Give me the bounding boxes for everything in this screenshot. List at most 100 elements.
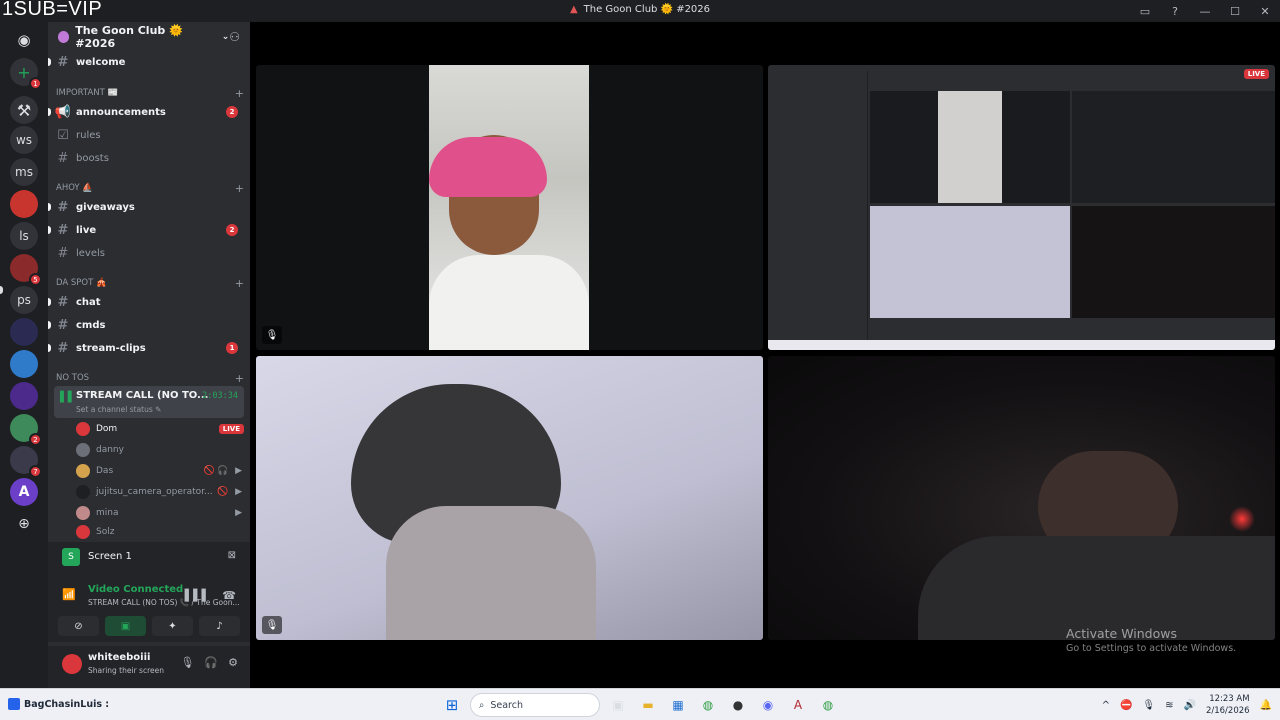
channel-announcements[interactable]: 📢 announcements 2 <box>48 102 244 122</box>
disconnect-icon[interactable]: ☎ <box>222 589 236 602</box>
channel-cmds[interactable]: # cmds <box>48 315 244 335</box>
headphones-icon[interactable]: 🎧 <box>204 656 218 669</box>
activities-button[interactable]: ✦ <box>152 616 193 636</box>
channel-chat[interactable]: # chat <box>48 292 244 312</box>
live-badge: LIVE <box>218 424 244 434</box>
server-a-icon[interactable]: A <box>10 478 38 506</box>
discover-icon[interactable]: ⊕ <box>10 510 38 538</box>
server-tool-icon[interactable]: ⚒ <box>10 96 38 124</box>
camera-off-button[interactable]: ⊘ <box>58 616 99 636</box>
acrobat-icon[interactable]: A <box>786 693 810 717</box>
category-ahoy[interactable]: AHOY ⛵ + <box>56 181 244 195</box>
network-icon[interactable]: ⛔ <box>1120 700 1132 711</box>
server-ms[interactable]: ms <box>10 158 38 186</box>
channel-live[interactable]: # live 2 <box>48 220 244 240</box>
screen-share-button[interactable]: ▣ <box>105 616 146 636</box>
server-green-icon[interactable]: 2 <box>10 414 42 446</box>
volume-icon[interactable]: 🔊 <box>1184 700 1196 711</box>
add-member-icon[interactable]: ⚇ <box>229 30 240 44</box>
channel-rules[interactable]: ☑ rules <box>54 125 244 145</box>
voice-connection-panel: 📶 Video Connected STREAM CALL (NO TOS) 📞… <box>48 572 250 642</box>
channel-boosts[interactable]: # boosts <box>54 148 244 168</box>
category-notos[interactable]: NO TOS + <box>56 371 244 385</box>
voice-user-name: Solz <box>96 527 115 537</box>
connection-icon[interactable]: 📶 <box>62 588 76 601</box>
voice-user[interactable]: Solz <box>76 524 244 540</box>
file-explorer-icon[interactable]: ▬ <box>636 693 660 717</box>
discord-taskbar-icon[interactable]: ◉ <box>756 693 780 717</box>
channel-stream-clips[interactable]: # stream-clips 1 <box>48 338 244 358</box>
plus-icon[interactable]: + <box>235 277 244 290</box>
chrome-icon-2[interactable]: ◍ <box>816 693 840 717</box>
minimize-button[interactable]: — <box>1190 0 1220 22</box>
notification-icon[interactable]: 🔔 <box>1260 700 1272 711</box>
plus-icon[interactable]: + <box>235 87 244 100</box>
video-tile-dom[interactable]: 🎙 <box>256 65 763 350</box>
voice-user[interactable]: Das 🚫🎧 ▶ <box>76 461 244 481</box>
voice-channel-status[interactable]: Set a channel status ✎ <box>76 405 161 414</box>
server-red-icon[interactable] <box>10 190 38 218</box>
voice-channel-stream-call[interactable]: ▌▌ STREAM CALL (NO TO... 2:03:34 Set a c… <box>54 386 244 418</box>
guild-header[interactable]: The Goon Club 🌞 #2026 ⌄ ⚇ <box>48 22 250 52</box>
server-ls[interactable]: ls <box>10 222 38 250</box>
plus-icon[interactable]: + <box>235 372 244 385</box>
shared-tile-sleep <box>1072 206 1275 318</box>
category-label: AHOY ⛵ <box>56 183 93 193</box>
noise-suppression-icon[interactable]: ▌▌▌ <box>185 589 210 602</box>
server-goon-icon[interactable]: 7 <box>10 446 42 478</box>
video-tile-danny[interactable]: 🎙 <box>256 356 763 640</box>
stop-screen-icon[interactable]: ⊠ <box>228 550 236 561</box>
hash-icon: # <box>57 199 69 215</box>
taskbar-search[interactable]: ⌕ Search <box>470 693 600 717</box>
voice-user[interactable]: mina ▶ <box>76 503 244 523</box>
voice-user[interactable]: Dom LIVE <box>76 419 244 439</box>
video-tile-sleep[interactable] <box>768 356 1275 640</box>
chevron-up-icon[interactable]: ^ <box>1102 700 1110 711</box>
category-important[interactable]: IMPORTANT 📰 + <box>56 86 244 100</box>
notification-badge: 7 <box>29 465 42 478</box>
title-bar: ▲ The Goon Club 🌞 #2026 ▭ ? — ☐ ✕ <box>0 0 1280 22</box>
clock-time: 12:23 AM <box>1209 694 1250 704</box>
user-name[interactable]: whiteeboiii <box>88 652 150 663</box>
app-icon[interactable]: ● <box>726 693 750 717</box>
wifi-icon[interactable]: ≋ <box>1165 700 1173 711</box>
camera-feed <box>429 65 589 350</box>
avatar[interactable] <box>62 654 82 674</box>
server-ps[interactable]: ps <box>10 286 38 314</box>
voice-user[interactable]: danny <box>76 440 244 460</box>
channel-giveaways[interactable]: # giveaways <box>48 197 244 217</box>
mic-icon[interactable]: 🎙 <box>180 656 194 669</box>
video-tile-screen-share[interactable]: LIVE <box>768 65 1275 350</box>
connection-status[interactable]: Video Connected <box>88 584 183 595</box>
settings-gear-icon[interactable]: ⚙ <box>228 656 238 669</box>
plus-icon[interactable]: + <box>235 182 244 195</box>
maximize-button[interactable]: ☐ <box>1220 0 1250 22</box>
taskbar-widget[interactable]: BagChasinLuis : <box>8 698 109 710</box>
category-daspot[interactable]: DA SPOT 🎪 + <box>56 276 244 290</box>
clock[interactable]: 12:23 AM 2/16/2026 <box>1206 693 1250 717</box>
channel-welcome[interactable]: # welcome <box>48 52 244 72</box>
server-purple-icon[interactable] <box>10 382 38 410</box>
soundboard-button[interactable]: ♪ <box>199 616 240 636</box>
help-icon[interactable]: ? <box>1160 0 1190 22</box>
server-goonworld-icon[interactable] <box>10 318 38 346</box>
chrome-icon[interactable]: ◍ <box>696 693 720 717</box>
voice-user[interactable]: jujitsu_camera_operator... 🚫 ▶ <box>76 482 244 502</box>
mic-tray-icon[interactable]: 🎙 <box>1142 700 1155 711</box>
voice-user-name: danny <box>96 445 124 455</box>
connection-channel[interactable]: STREAM CALL (NO TOS) 📞 / The Goon... <box>88 598 240 607</box>
store-icon[interactable]: ▦ <box>666 693 690 717</box>
channel-levels[interactable]: # levels <box>54 243 244 263</box>
windows-start-icon[interactable]: ⊞ <box>440 693 464 717</box>
unread-pill <box>48 203 51 211</box>
server-avatar-icon[interactable]: 5 <box>10 254 42 286</box>
server-blue-icon[interactable] <box>10 350 38 378</box>
task-view-icon[interactable]: ▣ <box>606 693 630 717</box>
discord-home-icon[interactable]: ◉ <box>10 26 38 54</box>
close-button[interactable]: ✕ <box>1250 0 1280 22</box>
mention-badge: 1 <box>226 342 238 354</box>
add-server-button[interactable]: +1 <box>10 58 42 90</box>
inbox-icon[interactable]: ▭ <box>1130 0 1160 22</box>
server-ws[interactable]: ws <box>10 126 38 154</box>
hash-icon: # <box>57 245 69 261</box>
